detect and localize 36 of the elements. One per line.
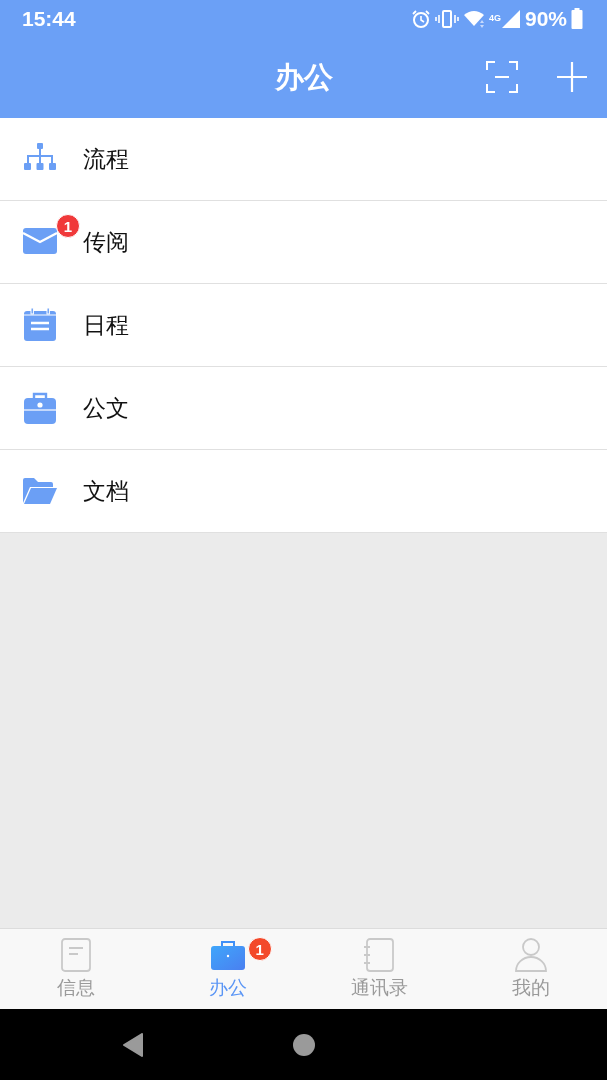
- battery-icon: [571, 7, 583, 30]
- item-label: 传阅: [83, 227, 129, 257]
- list-item[interactable]: 1 传阅: [0, 201, 607, 284]
- network-type: 4G: [488, 12, 501, 23]
- list-item[interactable]: 文档: [0, 450, 607, 533]
- add-icon[interactable]: [555, 60, 589, 94]
- notebook-icon: [363, 937, 396, 973]
- vibrate-icon: [434, 8, 459, 29]
- calendar-icon: [22, 307, 58, 343]
- scan-icon[interactable]: [485, 60, 519, 94]
- item-label: 流程: [83, 144, 129, 174]
- home-icon[interactable]: [292, 1032, 316, 1057]
- notification-badge: 1: [247, 937, 272, 961]
- list-item[interactable]: 流程: [0, 118, 607, 201]
- list-item[interactable]: 公文: [0, 367, 607, 450]
- notification-badge: 1: [56, 214, 80, 238]
- list-item[interactable]: 日程: [0, 284, 607, 367]
- item-label: 日程: [83, 310, 129, 340]
- back-icon[interactable]: [122, 1032, 144, 1057]
- document-icon: [59, 937, 92, 973]
- briefcase-icon: [22, 390, 58, 426]
- tab-label: 我的: [512, 975, 551, 1000]
- person-icon: [514, 937, 549, 973]
- wifi-icon: [462, 8, 485, 29]
- status-time: 15:44: [22, 6, 76, 31]
- tab-label: 办公: [208, 975, 247, 1000]
- tab-item[interactable]: 1 办公: [151, 929, 304, 1009]
- item-label: 公文: [83, 393, 129, 423]
- battery-percent: 90%: [524, 6, 567, 31]
- tab-label: 信息: [56, 975, 95, 1000]
- cell-signal-icon: [500, 8, 521, 29]
- tab-label: 通讯录: [350, 975, 408, 1000]
- page-title: 办公: [274, 58, 333, 96]
- alarm-icon: [410, 8, 431, 29]
- briefcase-icon: [209, 939, 246, 971]
- item-label: 文档: [83, 476, 129, 506]
